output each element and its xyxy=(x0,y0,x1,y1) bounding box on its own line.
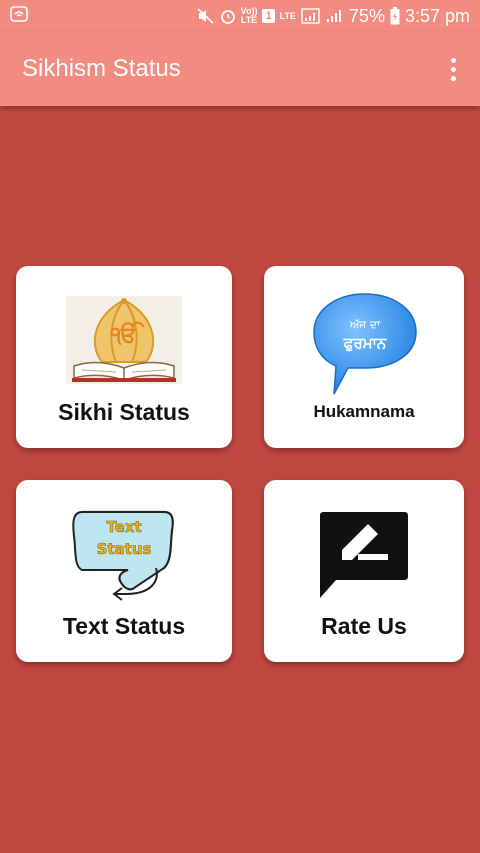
rate-review-icon xyxy=(320,512,408,598)
card-label: Sikhi Status xyxy=(58,399,190,425)
signal-bars-icon xyxy=(326,8,344,24)
svg-text:Text: Text xyxy=(106,518,141,536)
battery-percent: 75% xyxy=(348,5,385,26)
battery-icon xyxy=(390,7,400,25)
clock-time: 3:57 pm xyxy=(404,5,470,26)
mute-icon xyxy=(197,8,215,24)
card-label: Hukamnama xyxy=(313,402,415,421)
hukamnama-card[interactable]: ਅੱਜ ਦਾ ਫੁਰਮਾਨ Hukamnama xyxy=(264,266,464,448)
svg-text:Status: Status xyxy=(97,540,152,558)
volte-indicator: Vo)) LTE xyxy=(240,6,258,25)
rate-us-card[interactable]: Rate Us xyxy=(264,480,464,662)
alarm-icon xyxy=(220,8,236,24)
lte-label: LTE xyxy=(279,10,296,21)
overflow-menu-icon[interactable] xyxy=(449,52,458,87)
khanda-book-icon: ੴ xyxy=(66,296,182,384)
sim-badge: 1 xyxy=(262,9,275,23)
card-label: Rate Us xyxy=(321,613,407,639)
svg-text:ਫੁਰਮਾਨ: ਫੁਰਮਾਨ xyxy=(343,334,387,352)
app-title: Sikhism Status xyxy=(22,55,181,82)
text-bubble-icon: Text Status xyxy=(72,510,174,601)
app-bar: Sikhism Status xyxy=(0,32,480,106)
sikhi-status-card[interactable]: ੴ Sikhi Status xyxy=(16,266,232,448)
card-label: Text Status xyxy=(62,613,186,639)
speech-bubble-icon: ਅੱਜ ਦਾ ਫੁਰਮਾਨ xyxy=(313,293,417,395)
notification-icon xyxy=(10,5,28,27)
text-status-card[interactable]: Text Status Text Status xyxy=(16,480,232,662)
status-bar: Vo)) LTE 1 LTE 75% 3:57 pm xyxy=(0,0,480,32)
signal-icon xyxy=(301,8,321,24)
svg-text:ਅੱਜ ਦਾ: ਅੱਜ ਦਾ xyxy=(349,318,381,331)
